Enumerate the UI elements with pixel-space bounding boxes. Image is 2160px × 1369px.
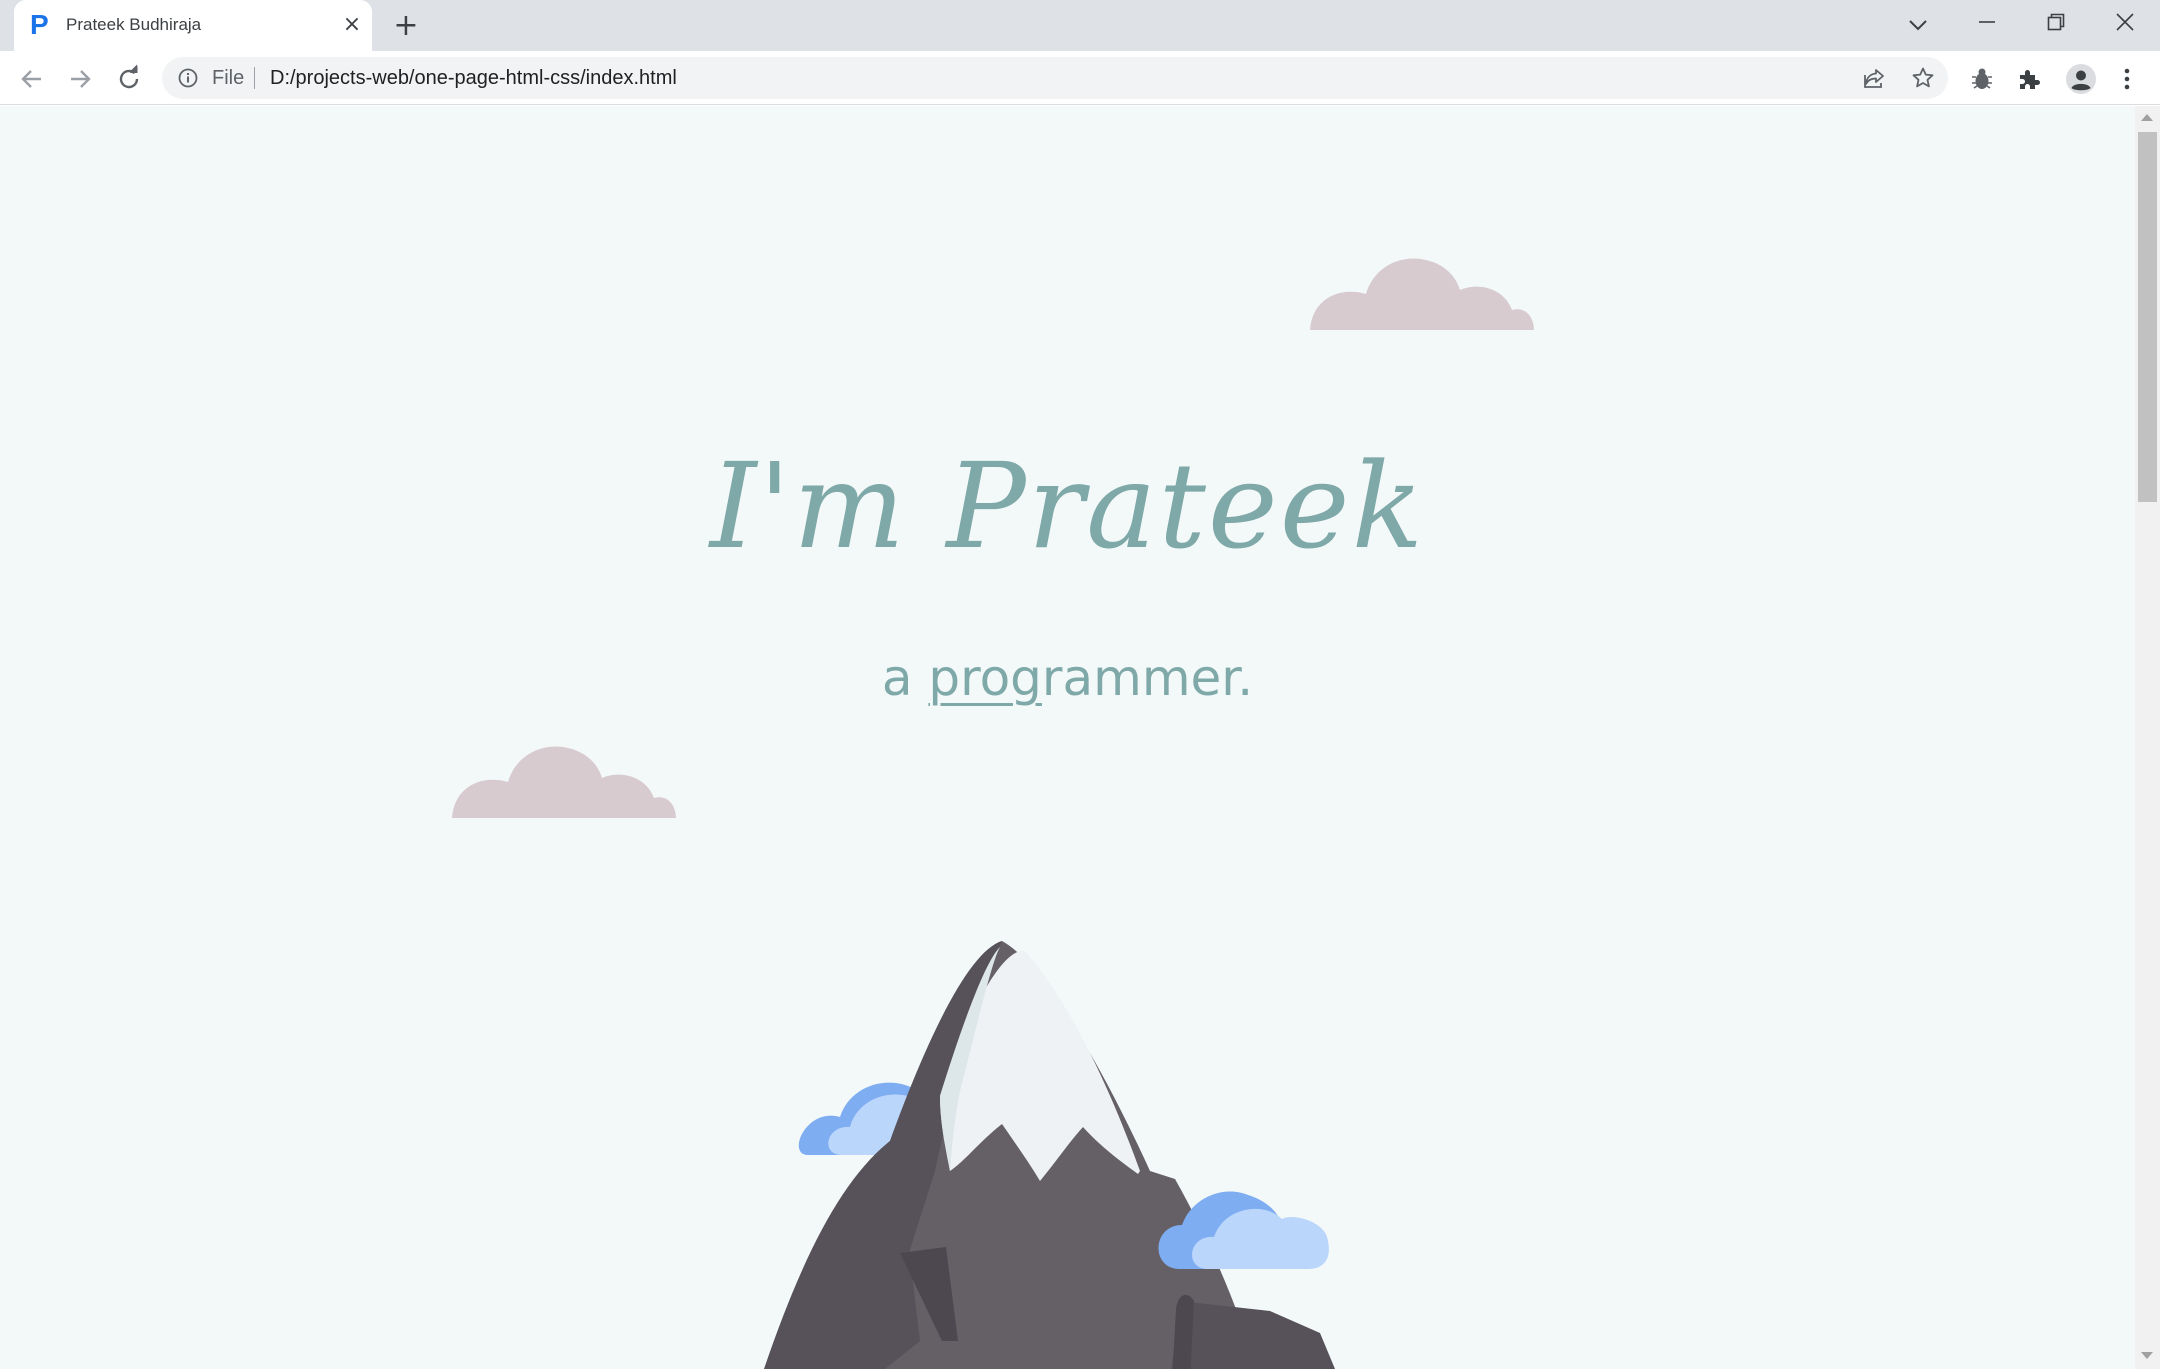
omnibox-separator bbox=[254, 67, 255, 89]
mountain-illustration bbox=[764, 941, 1335, 1369]
restore-icon bbox=[2047, 13, 2065, 31]
browser-toolbar: File D:/projects-web/one-page-html-css/i… bbox=[0, 51, 2160, 105]
star-icon[interactable] bbox=[1911, 66, 1935, 90]
browser-tab[interactable]: P Prateek Budhiraja × bbox=[14, 0, 372, 51]
minimize-button[interactable] bbox=[1966, 6, 2008, 42]
back-icon bbox=[21, 70, 41, 88]
scheme-label: File bbox=[212, 67, 245, 89]
restore-button[interactable] bbox=[2035, 6, 2077, 42]
back-button[interactable] bbox=[14, 61, 50, 97]
tab-strip: P Prateek Budhiraja × + bbox=[0, 0, 2160, 51]
close-tab-icon[interactable]: × bbox=[340, 13, 364, 37]
pink-cloud-icon bbox=[452, 746, 676, 818]
chevron-down-icon bbox=[1909, 20, 1927, 31]
info-icon[interactable] bbox=[178, 68, 198, 88]
url-text[interactable]: D:/projects-web/one-page-html-css/index.… bbox=[270, 67, 677, 89]
extensions-puzzle-icon[interactable] bbox=[2016, 66, 2042, 92]
subtitle-underlined-part: prog bbox=[928, 649, 1042, 707]
subtitle-rest: rammer. bbox=[1041, 649, 1254, 707]
close-icon bbox=[2116, 13, 2134, 31]
scroll-down-arrow-icon[interactable] bbox=[2141, 1352, 2153, 1359]
window-close-button[interactable] bbox=[2104, 6, 2146, 42]
share-icon[interactable] bbox=[1862, 66, 1886, 90]
reload-button[interactable] bbox=[111, 61, 147, 97]
subtitle-lead: a bbox=[881, 649, 929, 707]
new-tab-button[interactable]: + bbox=[390, 10, 422, 42]
forward-icon bbox=[71, 70, 91, 88]
pink-cloud-icon bbox=[1310, 258, 1534, 330]
extension-bug-icon[interactable] bbox=[1969, 66, 1995, 92]
forward-button[interactable] bbox=[62, 61, 98, 97]
address-bar[interactable]: File D:/projects-web/one-page-html-css/i… bbox=[162, 57, 1948, 99]
reload-icon bbox=[119, 64, 139, 89]
tab-search-button[interactable] bbox=[1897, 6, 1939, 42]
tab-title: Prateek Budhiraja bbox=[66, 15, 202, 34]
mountain-rock-right bbox=[1171, 1301, 1335, 1369]
profile-icon[interactable] bbox=[2065, 63, 2097, 95]
minimize-icon bbox=[1979, 21, 1995, 23]
hero-subtitle: a programmer. bbox=[0, 646, 2135, 710]
scroll-up-arrow-icon[interactable] bbox=[2141, 114, 2153, 121]
favicon-icon: P bbox=[30, 9, 49, 40]
page-viewport: I'm Prateek a programmer. bbox=[0, 106, 2135, 1369]
menu-kebab-icon[interactable] bbox=[2114, 66, 2140, 92]
hero-title: I'm Prateek bbox=[709, 437, 1426, 575]
scrollbar-thumb[interactable] bbox=[2138, 132, 2157, 502]
vertical-scrollbar[interactable] bbox=[2135, 106, 2160, 1369]
